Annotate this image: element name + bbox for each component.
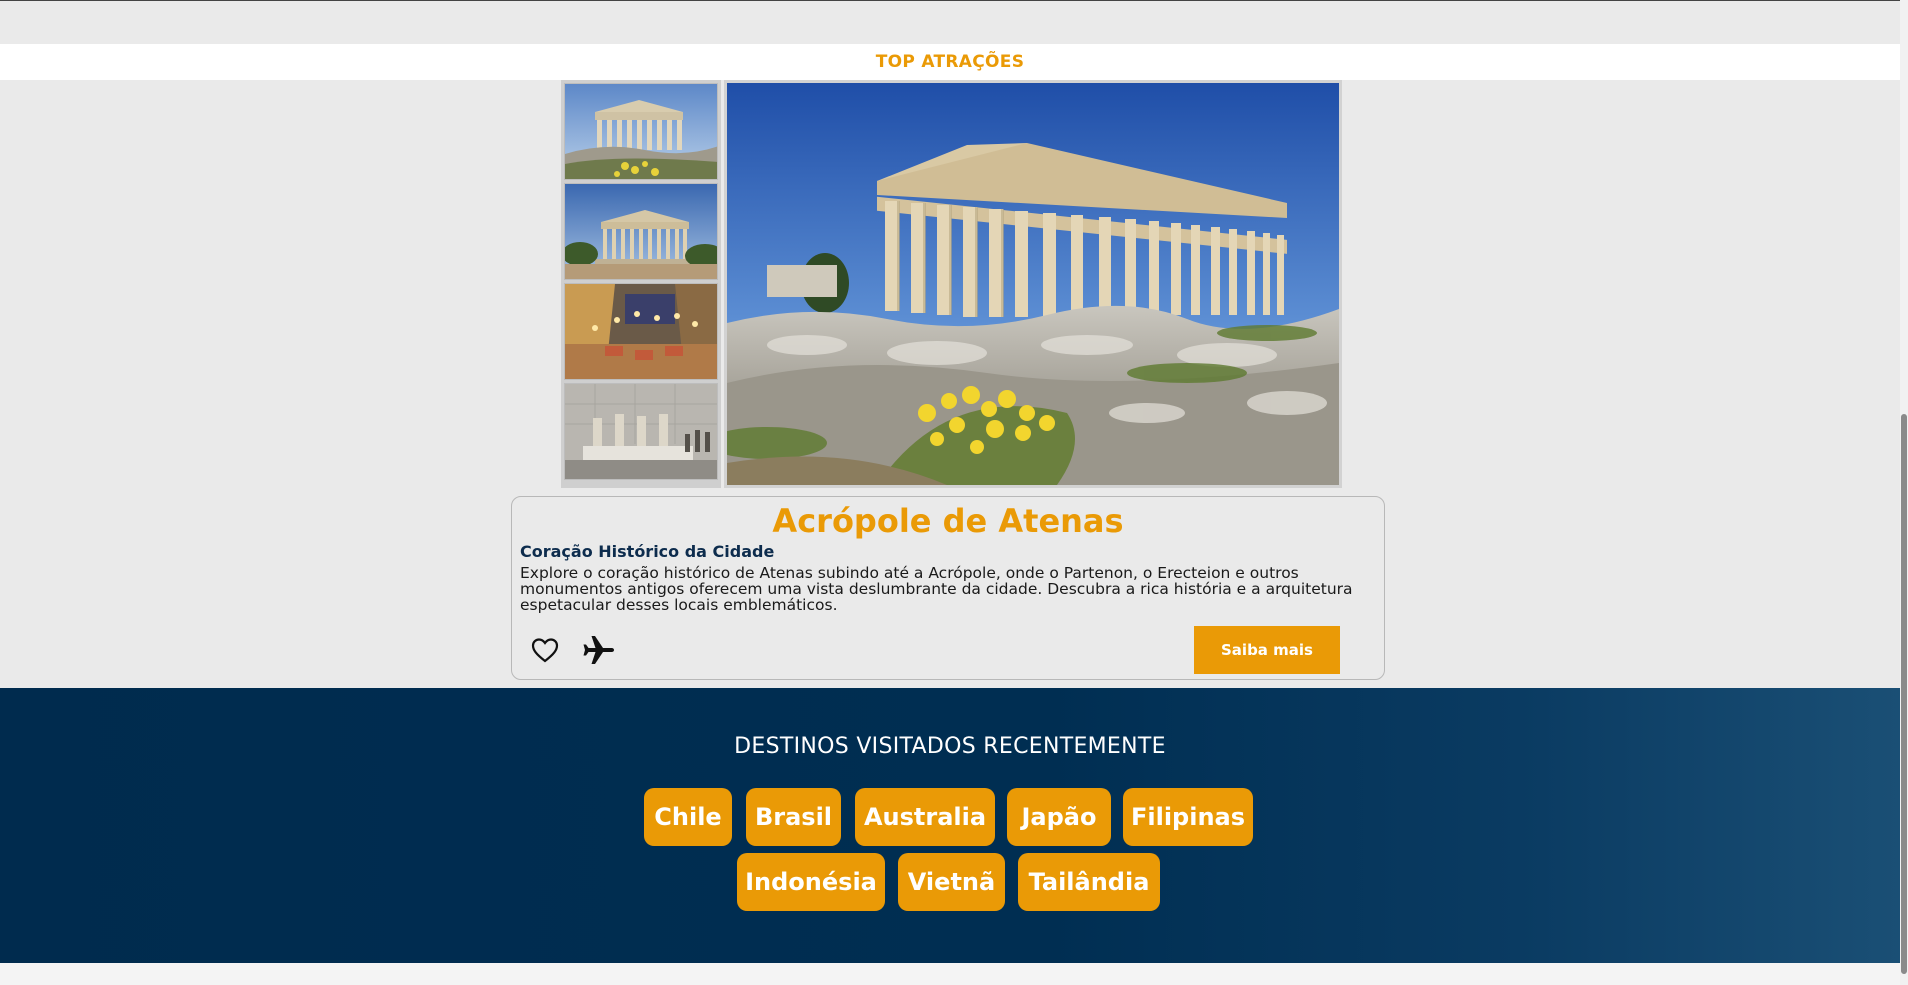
- thumbnail-plaka[interactable]: [564, 283, 718, 380]
- destination-chip-indonesia[interactable]: Indonésia: [737, 853, 885, 911]
- recent-destinations-title: DESTINOS VISITADOS RECENTEMENTE: [734, 734, 1166, 759]
- hephaestus-temple-thumbnail: [565, 184, 717, 279]
- thumbnail-hephaestus[interactable]: [564, 183, 718, 280]
- recent-destinations-section: DESTINOS VISITADOS RECENTEMENTE Chile Br…: [0, 688, 1900, 963]
- page: TOP ATRAÇÕES Acrópole de Atenas Coração …: [0, 0, 1908, 985]
- footer-strip: [0, 963, 1908, 985]
- top-attractions-header: TOP ATRAÇÕES: [0, 44, 1900, 80]
- scrollbar-thumb[interactable]: [1901, 414, 1907, 974]
- destination-chip-tailandia[interactable]: Tailândia: [1018, 853, 1160, 911]
- favorite-button[interactable]: [530, 635, 560, 665]
- heart-icon: [531, 638, 559, 663]
- travel-button[interactable]: [582, 633, 616, 667]
- airplane-icon: [583, 636, 614, 664]
- learn-more-button[interactable]: Saiba mais: [1194, 626, 1340, 674]
- destination-chip-brasil[interactable]: Brasil: [746, 788, 841, 846]
- thumbnail-parthenon[interactable]: [564, 83, 718, 180]
- parthenon-flowers-thumbnail: [565, 84, 717, 179]
- attraction-description: Explore o coração histórico de Atenas su…: [520, 564, 1353, 614]
- top-divider: [0, 0, 1900, 1]
- thumbnail-list: [561, 80, 721, 488]
- destination-chip-chile[interactable]: Chile: [644, 788, 732, 846]
- attraction-info-card: Acrópole de Atenas Coração Histórico da …: [511, 496, 1385, 680]
- plaka-night-street-thumbnail: [565, 284, 717, 379]
- destination-chip-japao[interactable]: Japão: [1007, 788, 1111, 846]
- destination-chip-vietna[interactable]: Vietnã: [898, 853, 1005, 911]
- main-attraction-image: [724, 80, 1342, 488]
- section-title: TOP ATRAÇÕES: [875, 52, 1025, 72]
- attraction-title: Acrópole de Atenas: [772, 502, 1124, 540]
- destination-chip-filipinas[interactable]: Filipinas: [1123, 788, 1253, 846]
- caryatids-museum-thumbnail: [565, 384, 717, 479]
- attraction-subtitle: Coração Histórico da Cidade: [520, 542, 775, 561]
- parthenon-main-image: [727, 83, 1339, 485]
- thumbnail-caryatids[interactable]: [564, 383, 718, 480]
- destination-chip-australia[interactable]: Australia: [855, 788, 995, 846]
